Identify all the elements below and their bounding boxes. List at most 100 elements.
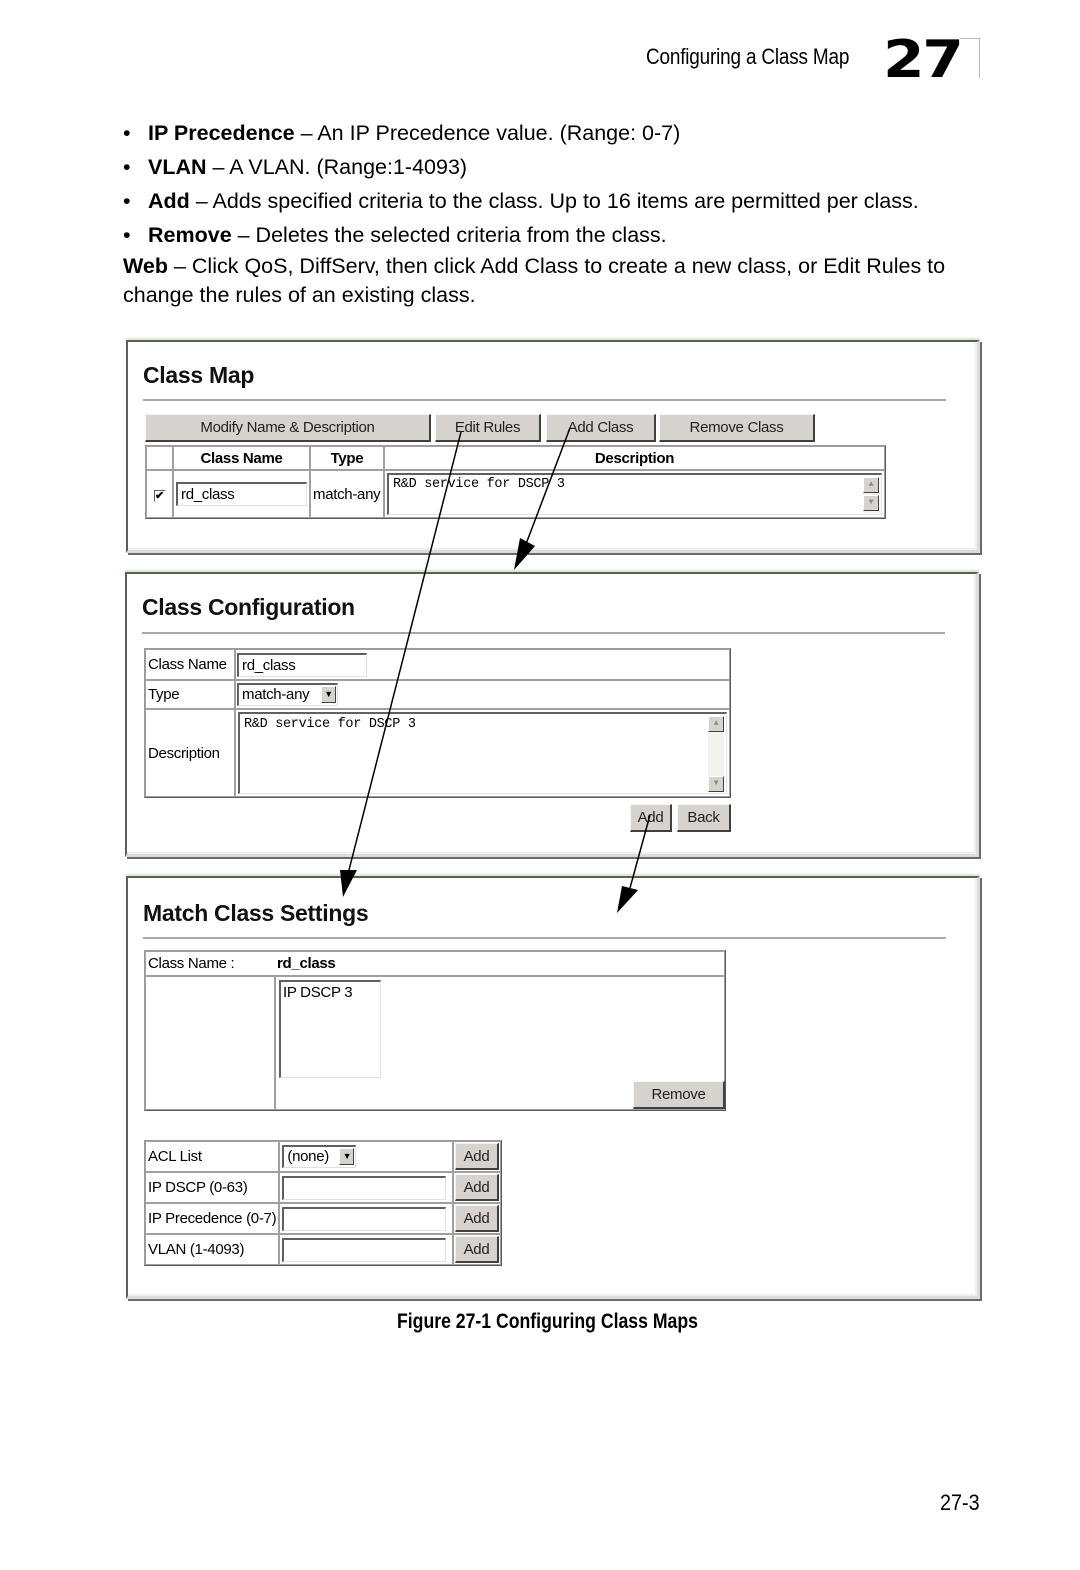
ip-dscp-input[interactable] bbox=[282, 1175, 447, 1200]
dropdown-arrow-icon[interactable]: ▼ bbox=[321, 686, 336, 703]
type-select[interactable]: match-any ▼ bbox=[237, 683, 338, 706]
criteria-input-cell: (none) ▼ bbox=[279, 1141, 453, 1172]
web-instructions: Web – Click QoS, DiffServ, then click Ad… bbox=[123, 252, 993, 310]
criteria-row-acl: ACL List (none) ▼ Add bbox=[145, 1141, 501, 1172]
criteria-input-cell bbox=[279, 1172, 453, 1203]
type-label: Type bbox=[145, 680, 235, 709]
form-row-class-name: Class Name rd_class bbox=[145, 649, 730, 680]
acl-list-value: (none) bbox=[287, 1148, 329, 1165]
scroll-up-icon[interactable]: ▲ bbox=[863, 477, 879, 493]
figure-caption: Figure 27-1 Configuring Class Maps bbox=[397, 1310, 698, 1333]
criteria-label: ACL List bbox=[145, 1141, 280, 1172]
description-textarea[interactable]: R&D service for DSCP 3 ▲ ▼ bbox=[387, 473, 882, 515]
match-rules-table: Class Name : rd_class IP DSCP 3 Remove bbox=[144, 950, 726, 1111]
remove-button[interactable]: Remove bbox=[633, 1081, 725, 1109]
class-configuration-form: Class Name rd_class Type match-any ▼ Des… bbox=[144, 648, 731, 798]
class-name-cell: rd_class bbox=[235, 649, 730, 680]
row-select-cell: ✔ bbox=[146, 470, 173, 518]
description-text: R&D service for DSCP 3 bbox=[244, 717, 416, 732]
bullet-vlan: VLAN – A VLAN. (Range:1-4093) bbox=[123, 150, 993, 184]
running-header-title: Configuring a Class Map bbox=[646, 44, 850, 69]
criteria-table: ACL List (none) ▼ Add IP DSCP (0-63) Add… bbox=[144, 1140, 502, 1266]
class-name-input[interactable]: rd_class bbox=[176, 482, 307, 506]
description-cell: R&D service for DSCP 3 ▲ ▼ bbox=[235, 709, 730, 797]
definition: – A VLAN. (Range:1-4093) bbox=[206, 155, 468, 179]
term: Add bbox=[148, 189, 190, 213]
add-vlan-button[interactable]: Add bbox=[455, 1236, 499, 1263]
modify-name-description-button[interactable]: Modify Name & Description bbox=[145, 414, 431, 442]
add-ip-precedence-button[interactable]: Add bbox=[455, 1205, 499, 1232]
edit-rules-button[interactable]: Edit Rules bbox=[435, 414, 541, 442]
description-scrollbar[interactable]: ▲ ▼ bbox=[708, 716, 724, 792]
description-textarea[interactable]: R&D service for DSCP 3 ▲ ▼ bbox=[238, 712, 727, 794]
criteria-row-ip-dscp: IP DSCP (0-63) Add bbox=[145, 1172, 501, 1203]
form-row-description: Description R&D service for DSCP 3 ▲ ▼ bbox=[145, 709, 730, 797]
vlan-input[interactable] bbox=[282, 1237, 447, 1262]
criteria-label: IP DSCP (0-63) bbox=[145, 1172, 280, 1203]
type-cell: match-any bbox=[310, 470, 384, 518]
description-label: Description bbox=[145, 709, 235, 797]
bullet-add: Add – Adds specified criteria to the cla… bbox=[123, 184, 993, 218]
rules-cell: IP DSCP 3 Remove bbox=[275, 976, 725, 1110]
class-name-label: Class Name : bbox=[145, 951, 275, 976]
chapter-rule bbox=[960, 38, 980, 39]
back-button[interactable]: Back bbox=[677, 804, 731, 832]
page-number: 27-3 bbox=[940, 1490, 980, 1515]
rules-row: IP DSCP 3 Remove bbox=[145, 976, 725, 1110]
class-map-table: Class Name Type Description ✔ rd_class m… bbox=[145, 445, 886, 519]
panel-title: Class Map bbox=[143, 362, 255, 388]
chapter-number: 27 bbox=[883, 30, 964, 90]
criteria-button-cell: Add bbox=[453, 1203, 501, 1234]
class-name-row: Class Name : rd_class bbox=[145, 951, 725, 976]
rules-listbox[interactable]: IP DSCP 3 bbox=[279, 980, 381, 1078]
criteria-row-vlan: VLAN (1-4093) Add bbox=[145, 1234, 501, 1265]
add-class-button[interactable]: Add Class bbox=[546, 414, 656, 442]
criteria-input-cell bbox=[279, 1234, 453, 1265]
table-row: ✔ rd_class match-any R&D service for DSC… bbox=[146, 470, 885, 518]
criteria-label: IP Precedence (0-7) bbox=[145, 1203, 280, 1234]
column-header-type: Type bbox=[310, 446, 384, 470]
term: IP Precedence bbox=[148, 121, 295, 145]
criteria-input-cell bbox=[279, 1203, 453, 1234]
select-column-header bbox=[146, 446, 173, 470]
match-class-settings-panel: Match Class Settings Class Name : rd_cla… bbox=[126, 876, 980, 1299]
definition: – Adds specified criteria to the class. … bbox=[189, 189, 919, 213]
divider bbox=[143, 937, 946, 939]
add-button[interactable]: Add bbox=[630, 804, 672, 832]
class-name-cell: rd_class bbox=[173, 470, 310, 518]
definition: – Deletes the selected criteria from the… bbox=[231, 223, 667, 247]
criteria-label: VLAN (1-4093) bbox=[145, 1234, 280, 1265]
divider bbox=[143, 399, 946, 401]
remove-class-button[interactable]: Remove Class bbox=[659, 414, 815, 442]
dropdown-arrow-icon[interactable]: ▼ bbox=[339, 1148, 355, 1165]
add-ip-dscp-button[interactable]: Add bbox=[455, 1174, 499, 1201]
class-configuration-panel: Class Configuration Class Name rd_class … bbox=[125, 572, 979, 857]
class-map-panel: Class Map Modify Name & Description Edit… bbox=[126, 340, 980, 553]
ip-precedence-input[interactable] bbox=[282, 1206, 447, 1231]
scroll-down-icon[interactable]: ▼ bbox=[863, 495, 879, 511]
panel-title: Match Class Settings bbox=[143, 900, 369, 926]
add-acl-button[interactable]: Add bbox=[455, 1143, 499, 1170]
definition: – Click QoS, DiffServ, then click Add Cl… bbox=[123, 254, 946, 307]
criteria-row-ip-precedence: IP Precedence (0-7) Add bbox=[145, 1203, 501, 1234]
criteria-button-cell: Add bbox=[453, 1172, 501, 1203]
term: Remove bbox=[148, 223, 232, 247]
term: VLAN bbox=[148, 155, 207, 179]
divider bbox=[142, 632, 945, 634]
class-name-input[interactable]: rd_class bbox=[237, 652, 367, 677]
type-select-value: match-any bbox=[242, 686, 310, 703]
column-header-class-name: Class Name bbox=[173, 446, 310, 470]
form-row-type: Type match-any ▼ bbox=[145, 680, 730, 709]
table-header-row: Class Name Type Description bbox=[146, 446, 885, 470]
row-checkbox[interactable]: ✔ bbox=[153, 489, 166, 502]
panel-title: Class Configuration bbox=[142, 594, 355, 620]
scroll-up-icon[interactable]: ▲ bbox=[708, 716, 724, 732]
chapter-rule bbox=[979, 38, 980, 78]
rules-label-cell bbox=[145, 976, 275, 1110]
class-name-label: Class Name bbox=[145, 649, 235, 680]
scroll-down-icon[interactable]: ▼ bbox=[708, 776, 724, 792]
description-cell: R&D service for DSCP 3 ▲ ▼ bbox=[384, 470, 885, 518]
acl-list-select[interactable]: (none) ▼ bbox=[282, 1145, 357, 1168]
description-scrollbar[interactable]: ▲ ▼ bbox=[863, 477, 879, 513]
rule-item[interactable]: IP DSCP 3 bbox=[283, 984, 378, 1001]
